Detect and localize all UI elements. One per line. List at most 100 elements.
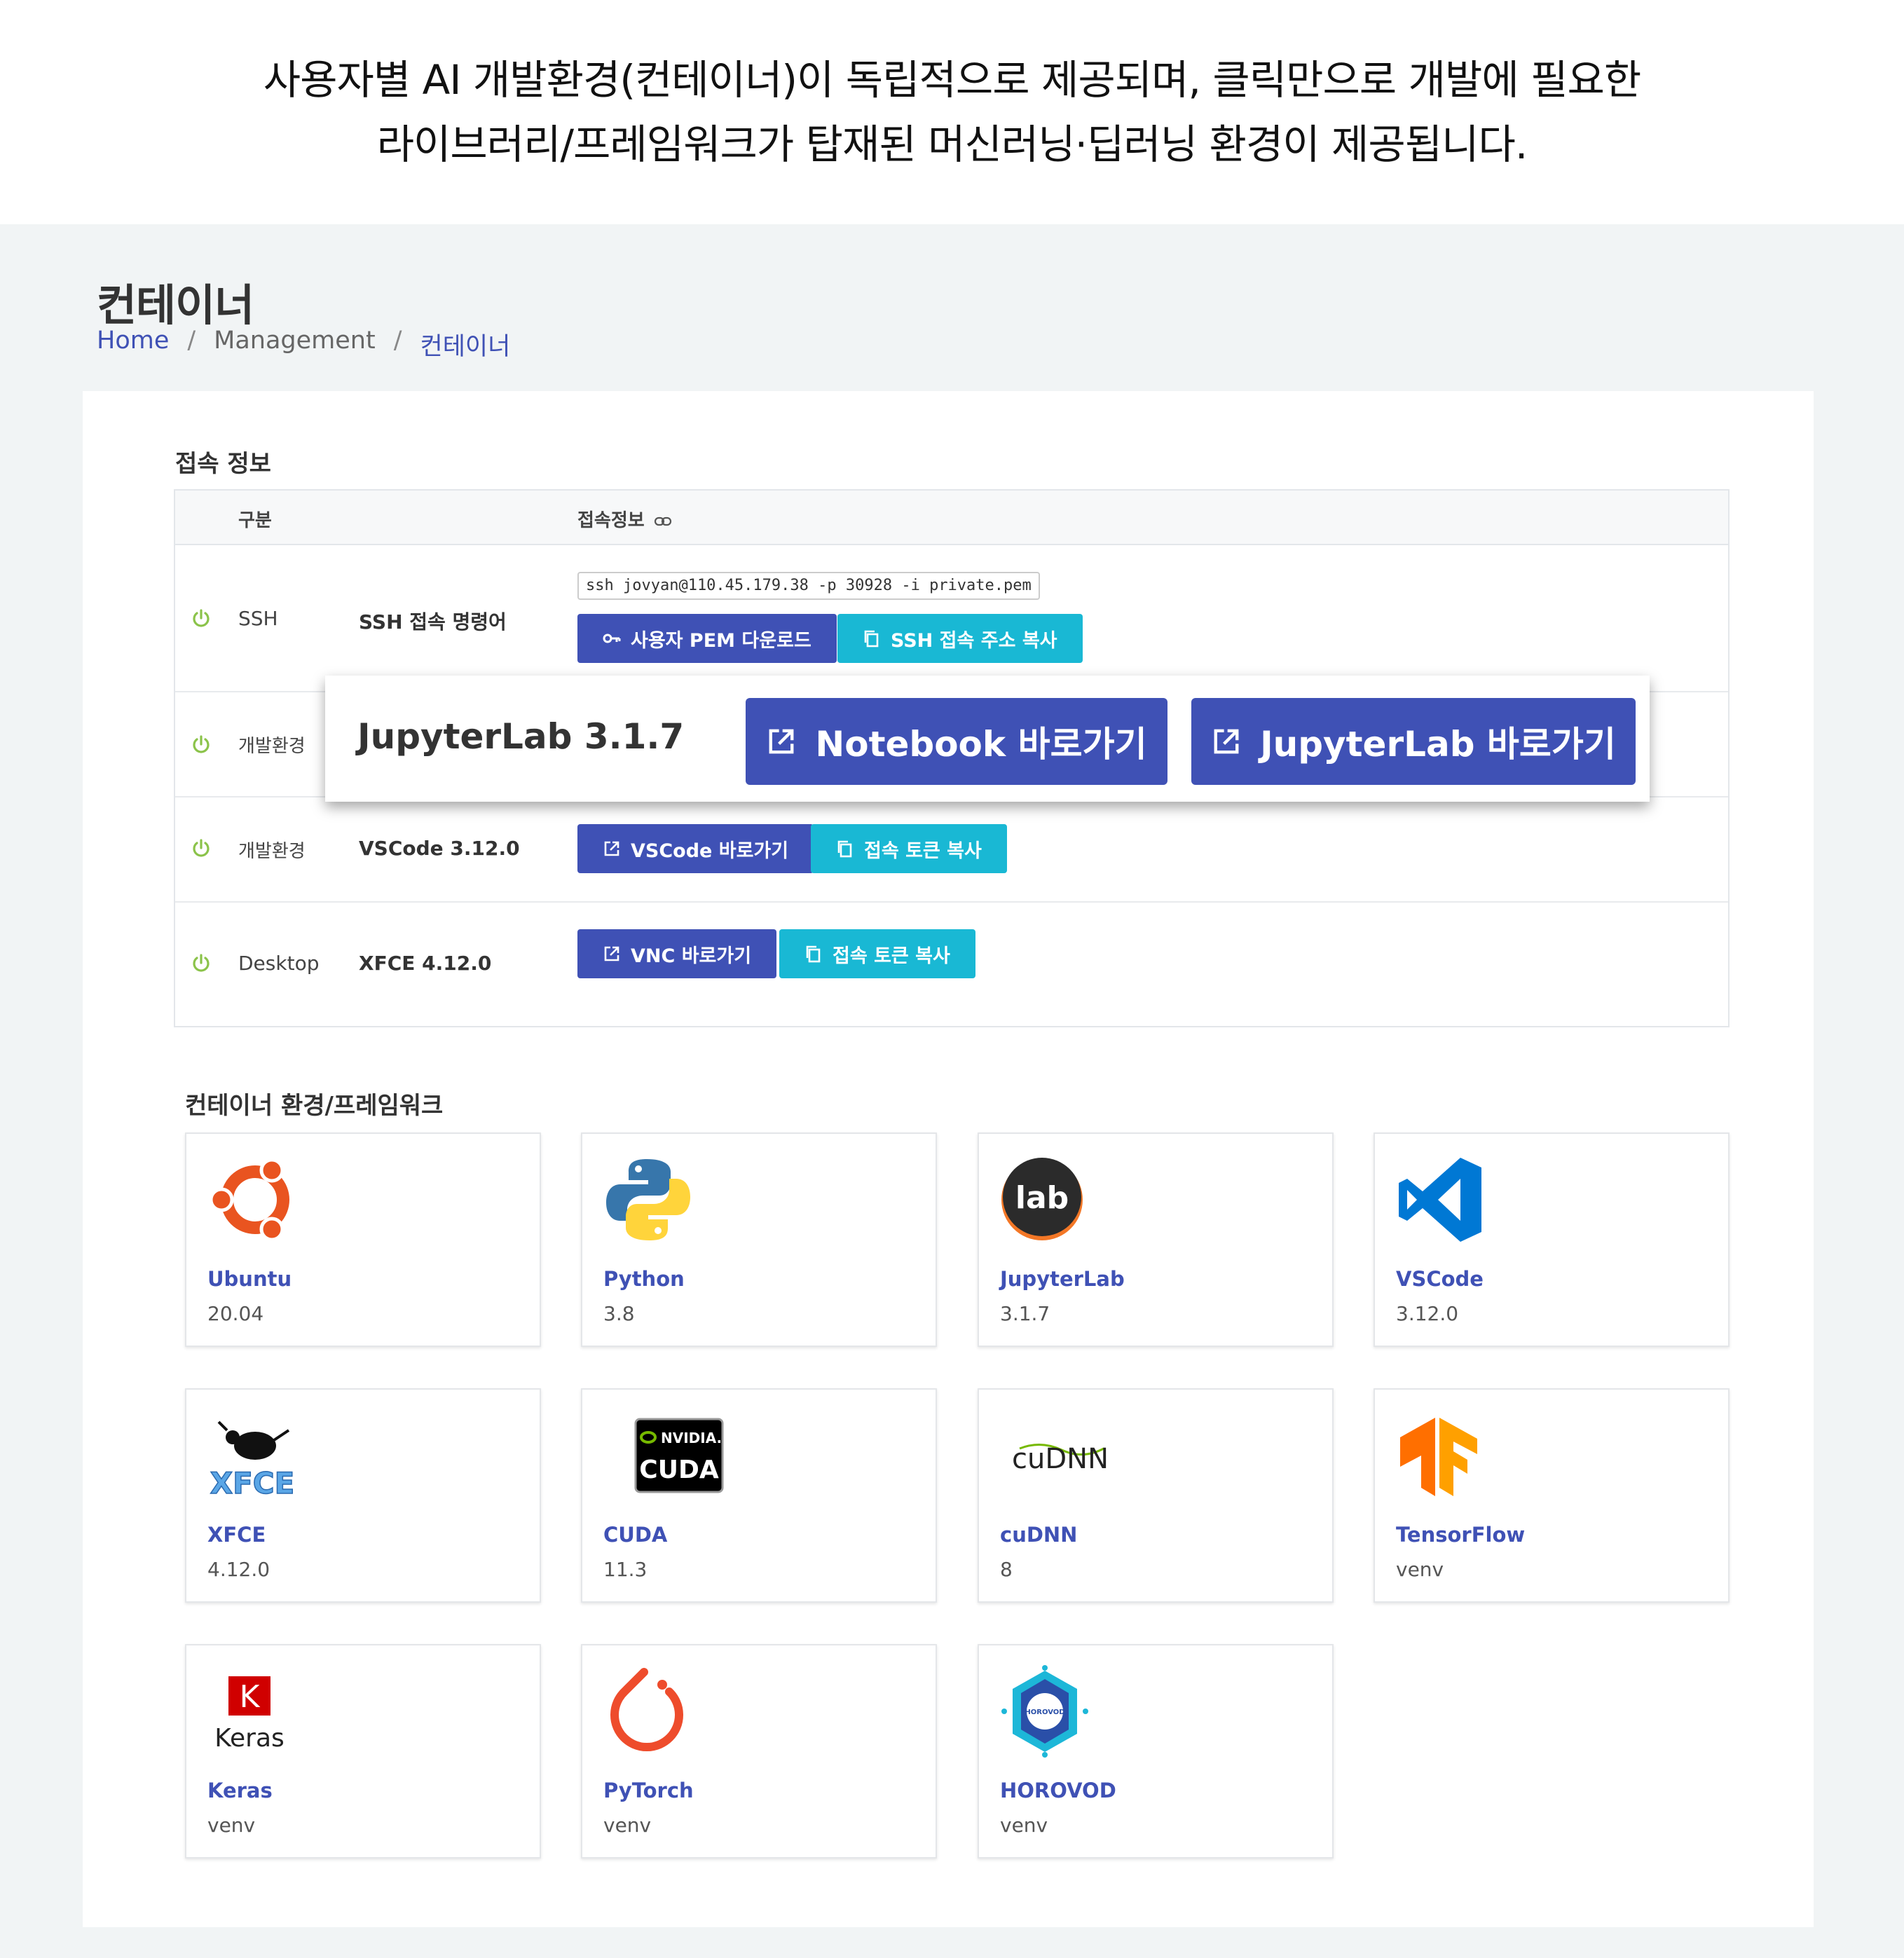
row-type: 개발환경 bbox=[238, 841, 306, 862]
header-type: 구분 bbox=[238, 510, 272, 531]
framework-name: HOROVOD bbox=[1000, 1779, 1116, 1802]
ssh-command-field[interactable]: ssh jovyan@110.45.179.38 -p 30928 -i pri… bbox=[577, 572, 1040, 600]
headline: 사용자별 AI 개발환경(컨테이너)이 독립적으로 제공되며, 클릭만으로 개발… bbox=[0, 0, 1904, 224]
row-type: Desktop bbox=[238, 952, 320, 975]
framework-version: venv bbox=[1000, 1814, 1048, 1837]
framework-version: 8 bbox=[1000, 1558, 1013, 1581]
framework-version: venv bbox=[1396, 1558, 1444, 1581]
framework-card-ubuntu[interactable]: Ubuntu 20.04 bbox=[185, 1132, 541, 1347]
svg-text:Keras: Keras bbox=[214, 1724, 285, 1753]
framework-card-cudnn[interactable]: cuDNN cuDNN 8 bbox=[978, 1388, 1334, 1603]
framework-name: cuDNN bbox=[1000, 1523, 1078, 1547]
copy-icon bbox=[806, 945, 821, 963]
ubuntu-icon bbox=[209, 1158, 289, 1242]
framework-card-xfce[interactable]: XFCE XFCE 4.12.0 bbox=[185, 1388, 541, 1603]
nvidia-cuda-icon: NVIDIA. CUDA bbox=[634, 1418, 724, 1493]
jupyter-row-zoom: JupyterLab 3.1.7 Notebook 바로가기 JupyterLa… bbox=[325, 676, 1650, 802]
row-detail: SSH 접속 명령어 bbox=[359, 610, 507, 634]
framework-version: 11.3 bbox=[603, 1558, 648, 1581]
tensorflow-icon bbox=[1400, 1418, 1477, 1496]
svg-text:NVIDIA.: NVIDIA. bbox=[661, 1430, 722, 1446]
framework-version: venv bbox=[207, 1814, 256, 1837]
power-icon bbox=[193, 839, 210, 857]
framework-version: 3.8 bbox=[603, 1302, 635, 1325]
xfce-icon: XFCE bbox=[210, 1420, 295, 1501]
link-icon bbox=[654, 516, 671, 526]
power-icon bbox=[193, 609, 210, 627]
header-info: 접속정보 bbox=[577, 506, 672, 532]
row-type: SSH bbox=[238, 607, 278, 630]
row-detail: XFCE 4.12.0 bbox=[359, 952, 492, 975]
framework-version: 3.1.7 bbox=[1000, 1302, 1050, 1325]
external-link-icon bbox=[604, 841, 619, 856]
table-row-desktop: Desktop XFCE 4.12.0 VNC 바로가기 접속 토큰 복사 bbox=[175, 903, 1728, 1027]
framework-name: PyTorch bbox=[603, 1779, 694, 1802]
copy-vnc-token-button[interactable]: 접속 토큰 복사 bbox=[779, 929, 975, 978]
framework-name: Keras bbox=[207, 1779, 273, 1802]
breadcrumb-separator: / bbox=[393, 327, 402, 355]
vscode-open-button[interactable]: VSCode 바로가기 bbox=[577, 824, 814, 873]
copy-icon bbox=[837, 840, 852, 858]
svg-text:lab: lab bbox=[1015, 1180, 1069, 1216]
framework-card-tensorflow[interactable]: TensorFlow venv bbox=[1374, 1388, 1730, 1603]
framework-card-cuda[interactable]: NVIDIA. CUDA CUDA 11.3 bbox=[581, 1388, 937, 1603]
framework-name: Ubuntu bbox=[207, 1267, 292, 1291]
framework-version: venv bbox=[603, 1814, 652, 1837]
breadcrumb-home-link[interactable]: Home bbox=[97, 327, 169, 362]
breadcrumb-management-link[interactable]: Management bbox=[214, 327, 376, 362]
key-icon bbox=[603, 634, 621, 643]
framework-card-python[interactable]: Python 3.8 bbox=[581, 1132, 937, 1347]
headline-line-2: 라이브러리/프레임워크가 탑재된 머신러닝·딥러닝 환경이 제공됩니다. bbox=[376, 121, 1528, 168]
copy-ssh-address-button[interactable]: SSH 접속 주소 복사 bbox=[837, 614, 1083, 663]
framework-name: Python bbox=[603, 1267, 685, 1291]
framework-name: XFCE bbox=[207, 1523, 266, 1547]
framework-name: VSCode bbox=[1396, 1267, 1484, 1291]
table-row-ssh: SSH SSH 접속 명령어 ssh jovyan@110.45.179.38 … bbox=[175, 545, 1728, 692]
page-title: 컨테이너 bbox=[97, 280, 254, 331]
vnc-open-button[interactable]: VNC 바로가기 bbox=[577, 929, 777, 978]
power-icon bbox=[193, 954, 210, 972]
framework-version: 3.12.0 bbox=[1396, 1302, 1459, 1325]
table-row-vscode: 개발환경 VSCode 3.12.0 VSCode 바로가기 접속 토큰 복사 bbox=[175, 797, 1728, 903]
external-link-icon bbox=[604, 946, 619, 961]
breadcrumb-current: 컨테이너 bbox=[420, 333, 511, 361]
svg-text:cuDNN: cuDNN bbox=[1012, 1443, 1109, 1475]
jupyterlab-open-button[interactable]: JupyterLab 바로가기 bbox=[1191, 698, 1636, 785]
svg-text:XFCE: XFCE bbox=[210, 1466, 295, 1500]
power-icon bbox=[193, 735, 210, 753]
horovod-icon: HOROVOD bbox=[1001, 1665, 1088, 1758]
row-type: 개발환경 bbox=[238, 736, 306, 757]
headline-line-1: 사용자별 AI 개발환경(컨테이너)이 독립적으로 제공되며, 클릭만으로 개발… bbox=[263, 56, 1641, 104]
copy-icon bbox=[864, 630, 879, 648]
jupyter-version: JupyterLab 3.1.7 bbox=[357, 716, 685, 757]
breadcrumb: Home / Management / 컨테이너 bbox=[97, 327, 510, 362]
svg-text:K: K bbox=[240, 1679, 261, 1715]
framework-card-keras[interactable]: K Keras Keras venv bbox=[185, 1644, 541, 1858]
python-icon bbox=[606, 1159, 690, 1240]
jupyterlab-icon: lab bbox=[1001, 1158, 1083, 1240]
framework-name: CUDA bbox=[603, 1523, 668, 1547]
svg-text:HOROVOD: HOROVOD bbox=[1025, 1709, 1064, 1716]
copy-vscode-token-button[interactable]: 접속 토큰 복사 bbox=[811, 824, 1007, 873]
framework-card-jupyterlab[interactable]: lab JupyterLab 3.1.7 bbox=[978, 1132, 1334, 1347]
download-pem-button[interactable]: 사용자 PEM 다운로드 bbox=[577, 614, 837, 663]
pytorch-icon bbox=[610, 1668, 683, 1751]
framework-name: TensorFlow bbox=[1396, 1523, 1526, 1547]
framework-version: 4.12.0 bbox=[207, 1558, 270, 1581]
table-header: 구분 접속정보 bbox=[175, 491, 1728, 545]
frameworks-section-title: 컨테이너 환경/프레임워크 bbox=[185, 1092, 444, 1120]
row-detail: VSCode 3.12.0 bbox=[359, 837, 520, 860]
external-link-icon bbox=[1214, 729, 1239, 754]
connection-section-title: 접속 정보 bbox=[175, 450, 271, 478]
notebook-open-button[interactable]: Notebook 바로가기 bbox=[746, 698, 1167, 785]
cudnn-icon: cuDNN bbox=[1012, 1443, 1109, 1475]
framework-version: 20.04 bbox=[207, 1302, 264, 1325]
framework-card-vscode[interactable]: VSCode 3.12.0 bbox=[1374, 1132, 1730, 1347]
framework-card-pytorch[interactable]: PyTorch venv bbox=[581, 1644, 937, 1858]
framework-name: JupyterLab bbox=[1000, 1267, 1125, 1291]
external-link-icon bbox=[769, 729, 794, 754]
keras-icon: K Keras bbox=[214, 1676, 285, 1753]
vscode-icon bbox=[1399, 1158, 1481, 1242]
framework-card-horovod[interactable]: HOROVOD HOROVOD venv bbox=[978, 1644, 1334, 1858]
breadcrumb-separator: / bbox=[187, 327, 196, 355]
